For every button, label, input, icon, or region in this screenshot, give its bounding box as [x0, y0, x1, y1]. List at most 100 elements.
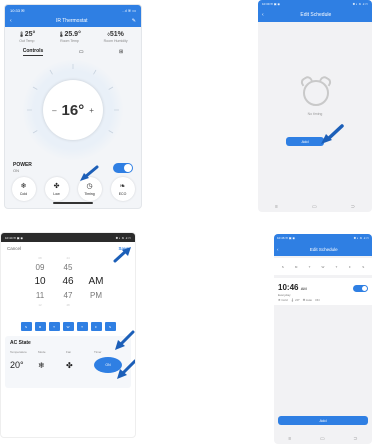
decrease-temp-button[interactable]: – — [52, 106, 56, 115]
target-temperature: 16° — [61, 101, 85, 119]
status-icons: ✱ ◐ ≋ .ıl ▭ — [353, 236, 369, 240]
stat-value: 25.9° — [64, 31, 81, 38]
home-indicator — [53, 202, 93, 204]
leaf-icon: ❧ — [119, 182, 126, 190]
mode-label: ECO — [118, 191, 127, 196]
add-schedule-button[interactable]: Add — [278, 416, 368, 425]
picker-ampm: PM — [90, 291, 102, 300]
selected-hour: 10 — [34, 276, 46, 287]
stat-out-temp: 🌡25° Out Temp — [18, 31, 35, 43]
thermostat-controls-screen: 10:33 ✉ ..ıl ≋ ▭ ‹ IR Thermostat ✎ 🌡25° … — [4, 4, 142, 209]
day-toggle[interactable]: T — [48, 322, 60, 331]
system-nav-bar: ≡ ▭ ⊃ — [274, 436, 372, 442]
state-label: Temperature — [10, 350, 27, 354]
page-title: Edit Schedule — [300, 11, 332, 18]
picker-hour: 11 — [35, 291, 45, 300]
schedule-enable-toggle[interactable] — [353, 285, 368, 292]
tab-remote-icon[interactable]: ▭ — [79, 49, 84, 55]
stat-label: Room Temp — [60, 39, 79, 43]
day-tab[interactable]: M — [291, 263, 301, 270]
day-tab[interactable]: F — [345, 263, 355, 270]
add-timing-screen: 10:44 ✉ ▣ ◉ ✱ ◐ ≋ .ıl ▭ Cancel Save 08 4… — [0, 232, 136, 438]
stat-room-temp: 🌡25.9° Room Temp — [58, 31, 81, 43]
snowflake-icon: ❄ — [20, 182, 27, 190]
status-icons: ✱ ◐ ≋ .ıl ▭ — [352, 1, 368, 6]
picker-minute: 45 — [63, 263, 73, 272]
snowflake-icon[interactable]: ❄ — [38, 361, 66, 370]
day-tab[interactable]: W — [318, 263, 328, 270]
app-header: ‹ Edit Schedule — [274, 242, 372, 256]
page-title: IR Thermostat — [55, 18, 88, 24]
increase-temp-button[interactable]: + — [89, 106, 94, 115]
entry-temp: 🌡 20° — [290, 298, 300, 302]
status-icons: ✱ ◐ ≋ .ıl ▭ — [115, 235, 131, 240]
stat-value: 51% — [109, 31, 124, 38]
tab-grid-icon[interactable]: ⊞ — [119, 49, 123, 55]
page-title: Edit Schedule — [309, 246, 338, 252]
entry-time: 10:46 — [278, 283, 299, 292]
day-toggle[interactable]: S — [20, 322, 32, 331]
mode-label: Timing — [84, 191, 95, 196]
day-tab[interactable]: S — [278, 263, 288, 270]
stat-value: 25° — [24, 31, 36, 38]
day-toggle[interactable]: M — [34, 322, 46, 331]
pointer-arrow-icon — [321, 124, 344, 144]
back-nav-icon[interactable]: ⊃ — [351, 204, 355, 210]
status-time: 10:46 ✉ ▣ ◉ — [277, 236, 295, 240]
back-icon[interactable]: ‹ — [10, 18, 12, 24]
day-filter: S M T W T F S — [274, 258, 372, 275]
picker-minute: 44 — [66, 256, 70, 260]
recents-icon[interactable]: ≡ — [275, 204, 278, 210]
status-bar: 10:33 ✉ ..ıl ≋ ▭ — [5, 5, 141, 15]
mode-eco-button[interactable]: ❧ ECO — [110, 177, 135, 201]
power-state: ON — [13, 168, 19, 173]
day-tab[interactable]: S — [358, 263, 368, 270]
home-icon[interactable]: ▭ — [312, 204, 317, 210]
day-toggle[interactable]: F — [90, 322, 102, 331]
status-time: 10:44 ✉ ▣ ◉ — [5, 235, 23, 240]
climate-stats: 🌡25° Out Temp 🌡25.9° Room Temp ◊51% Room… — [5, 27, 141, 43]
entry-ampm: AM — [300, 286, 307, 291]
mode-label: Cold — [19, 191, 28, 196]
edit-schedule-empty-screen: 10:39 ✉ ▣ ◉ ✱ ◐ ≋ .ıl ▭ ‹ Edit Schedule … — [258, 0, 372, 212]
picker-hour: 08 — [38, 256, 42, 260]
home-icon[interactable]: ▭ — [320, 436, 325, 442]
day-tab[interactable]: T — [305, 263, 315, 270]
cancel-button[interactable]: Cancel — [7, 246, 21, 251]
stat-label: Room Humidity — [103, 39, 128, 43]
fan-icon[interactable]: ✤ — [66, 361, 94, 370]
day-toggle[interactable]: W — [62, 322, 74, 331]
schedule-entry[interactable]: 10:46 AM Everyday ❄ Cold 🌡 20° ✤ Auto ON — [274, 278, 372, 305]
mode-buttons: ❄ Cold ✤ Low ◷ Timing ❧ ECO — [5, 173, 141, 201]
selected-ampm: AM — [88, 276, 104, 287]
power-row: POWER ON — [5, 160, 141, 173]
state-temperature[interactable]: 20° — [10, 360, 38, 370]
entry-repeat: Everyday — [278, 293, 291, 297]
day-toggle[interactable]: T — [76, 322, 88, 331]
selected-minute: 46 — [62, 276, 74, 287]
mode-cold-button[interactable]: ❄ Cold — [11, 177, 36, 201]
back-nav-icon[interactable]: ⊃ — [353, 436, 357, 442]
mode-label: Low — [53, 191, 60, 196]
pencil-icon[interactable]: ✎ — [132, 18, 136, 24]
clock-icon: ◷ — [86, 182, 93, 190]
entry-power: ON — [315, 298, 320, 302]
power-toggle[interactable] — [113, 162, 133, 173]
stat-room-humidity: ◊51% Room Humidity — [104, 31, 128, 43]
status-time: 10:33 ✉ — [10, 7, 25, 13]
picker-hour: 12 — [38, 303, 42, 307]
pointer-arrow-icon — [113, 247, 131, 263]
state-label: Fan — [66, 350, 72, 354]
status-bar: 10:39 ✉ ▣ ◉ ✱ ◐ ≋ .ıl ▭ — [258, 0, 372, 7]
recents-icon[interactable]: ≡ — [288, 436, 291, 442]
tab-controls[interactable]: Controls — [22, 48, 44, 56]
tab-bar: Controls ▭ ⊞ — [5, 48, 141, 56]
pointer-arrow-icon — [115, 330, 135, 350]
mode-low-button[interactable]: ✤ Low — [44, 177, 69, 201]
temperature-dial[interactable]: – 16° + — [23, 60, 123, 160]
edit-schedule-list-screen: 10:46 ✉ ▣ ◉ ✱ ◐ ≋ .ıl ▭ ‹ Edit Schedule … — [274, 234, 372, 444]
day-tab[interactable]: T — [331, 263, 341, 270]
status-time: 10:39 ✉ ▣ ◉ — [262, 1, 280, 6]
pointer-arrow-icon — [80, 165, 99, 181]
picker-minute: 47 — [63, 291, 73, 300]
